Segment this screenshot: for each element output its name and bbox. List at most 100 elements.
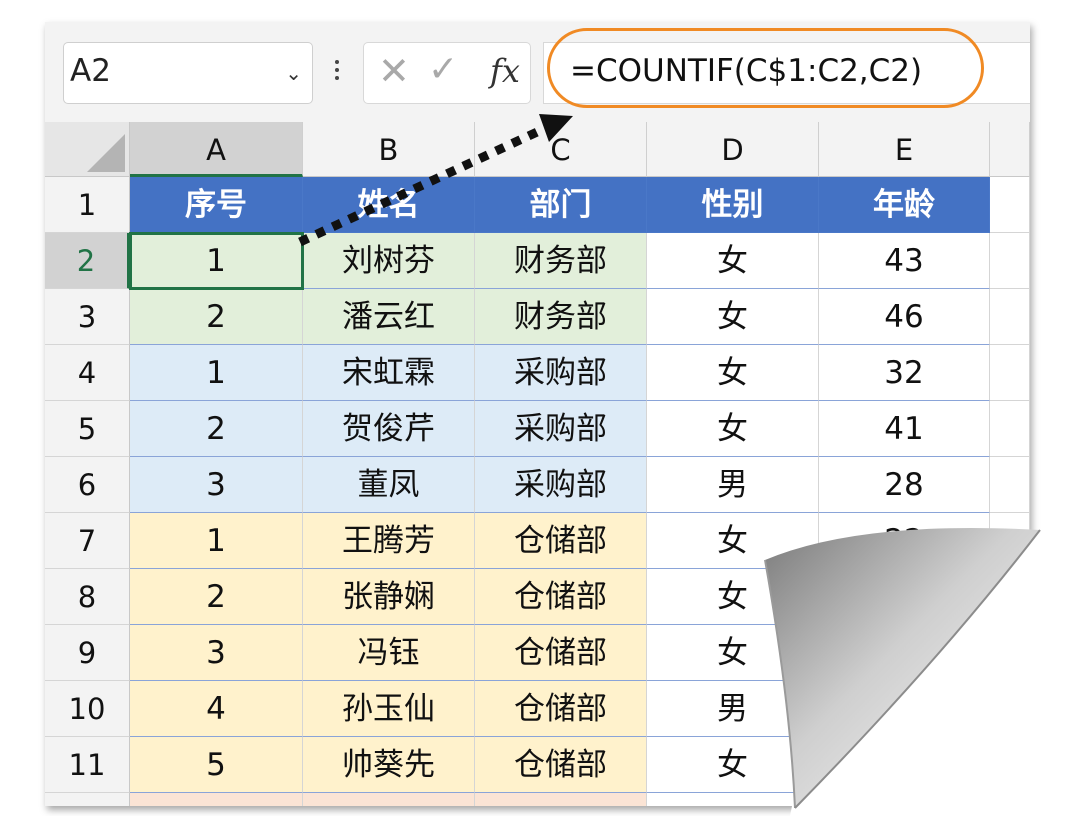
cell-a8[interactable]: 2 — [130, 569, 303, 625]
row-header-8[interactable]: 8 — [45, 569, 130, 625]
cell-c6[interactable]: 采购部 — [475, 457, 647, 513]
cell-c5[interactable]: 采购部 — [475, 401, 647, 457]
cell-f11[interactable] — [990, 737, 1030, 793]
cell-d7[interactable]: 女 — [647, 513, 819, 569]
cell-f10[interactable] — [990, 681, 1030, 737]
cell-f5[interactable] — [990, 401, 1030, 457]
cell-row-12-partial — [475, 793, 647, 806]
cell-c1[interactable]: 部门 — [475, 177, 647, 233]
row-header-5[interactable]: 5 — [45, 401, 130, 457]
fx-icon[interactable]: fx — [490, 52, 520, 90]
cell-f2[interactable] — [990, 233, 1030, 289]
column-header-b[interactable]: B — [303, 122, 475, 177]
row-header-4[interactable]: 4 — [45, 345, 130, 401]
cell-a6[interactable]: 3 — [130, 457, 303, 513]
column-header-d[interactable]: D — [647, 122, 819, 177]
cell-e4[interactable]: 32 — [819, 345, 990, 401]
cell-a7[interactable]: 1 — [130, 513, 303, 569]
cell-e3[interactable]: 46 — [819, 289, 990, 345]
cell-f6[interactable] — [990, 457, 1030, 513]
cell-a11[interactable]: 5 — [130, 737, 303, 793]
cell-e11[interactable] — [819, 737, 990, 793]
cell-d10[interactable]: 男 — [647, 681, 819, 737]
row-header-9[interactable]: 9 — [45, 625, 130, 681]
row-header-2[interactable]: 2 — [45, 233, 130, 289]
chevron-down-icon[interactable]: ⌄ — [285, 61, 302, 85]
cell-a4[interactable]: 1 — [130, 345, 303, 401]
cell-d9[interactable]: 女 — [647, 625, 819, 681]
cell-b7[interactable]: 王腾芳 — [303, 513, 475, 569]
row-header-3[interactable]: 3 — [45, 289, 130, 345]
cell-f3[interactable] — [990, 289, 1030, 345]
cell-a1[interactable]: 序号 — [130, 177, 303, 233]
spreadsheet-window: A2 ⌄ ✕ ✓ fx =COUNTIF(C$1:C2,C2) A B C D E 1 序号… — [45, 22, 1030, 806]
cell-b5[interactable]: 贺俊芹 — [303, 401, 475, 457]
cell-c8[interactable]: 仓储部 — [475, 569, 647, 625]
cell-f9[interactable] — [990, 625, 1030, 681]
cell-b8[interactable]: 张静娴 — [303, 569, 475, 625]
cell-f1[interactable] — [990, 177, 1030, 233]
cell-e2[interactable]: 43 — [819, 233, 990, 289]
cell-d6[interactable]: 男 — [647, 457, 819, 513]
column-header-a[interactable]: A — [130, 122, 303, 177]
cell-e7[interactable]: 22 — [819, 513, 990, 569]
cell-a3[interactable]: 2 — [130, 289, 303, 345]
cell-a5[interactable]: 2 — [130, 401, 303, 457]
cell-b9[interactable]: 冯钰 — [303, 625, 475, 681]
cell-d11[interactable]: 女 — [647, 737, 819, 793]
row-header-12-partial — [45, 793, 130, 806]
cancel-icon[interactable]: ✕ — [378, 49, 410, 93]
name-box-value: A2 — [70, 53, 111, 89]
cell-b11[interactable]: 帅葵先 — [303, 737, 475, 793]
cell-d8[interactable]: 女 — [647, 569, 819, 625]
column-header-f[interactable] — [990, 122, 1030, 177]
cell-d4[interactable]: 女 — [647, 345, 819, 401]
name-box[interactable]: A2 ⌄ — [63, 42, 313, 104]
cell-d2[interactable]: 女 — [647, 233, 819, 289]
cell-a10[interactable]: 4 — [130, 681, 303, 737]
cell-d1[interactable]: 性别 — [647, 177, 819, 233]
cell-b3[interactable]: 潘云红 — [303, 289, 475, 345]
row-header-6[interactable]: 6 — [45, 457, 130, 513]
cell-c11[interactable]: 仓储部 — [475, 737, 647, 793]
cell-c7[interactable]: 仓储部 — [475, 513, 647, 569]
cell-e1[interactable]: 年龄 — [819, 177, 990, 233]
select-all-corner[interactable] — [45, 122, 130, 177]
cell-f7[interactable] — [990, 513, 1030, 569]
cell-c9[interactable]: 仓储部 — [475, 625, 647, 681]
column-header-c[interactable]: C — [475, 122, 647, 177]
cell-b4[interactable]: 宋虹霖 — [303, 345, 475, 401]
cell-row-12-partial — [303, 793, 475, 806]
enter-icon[interactable]: ✓ — [428, 49, 458, 90]
cell-row-12-partial — [130, 793, 303, 806]
cell-f8[interactable] — [990, 569, 1030, 625]
cell-d5[interactable]: 女 — [647, 401, 819, 457]
cell-e10[interactable] — [819, 681, 990, 737]
cell-b6[interactable]: 董凤 — [303, 457, 475, 513]
cell-b2[interactable]: 刘树芬 — [303, 233, 475, 289]
column-header-e[interactable]: E — [819, 122, 990, 177]
cell-f4[interactable] — [990, 345, 1030, 401]
cell-a9[interactable]: 3 — [130, 625, 303, 681]
cell-c10[interactable]: 仓储部 — [475, 681, 647, 737]
cell-e8[interactable] — [819, 569, 990, 625]
cell-a2[interactable]: 1 — [130, 233, 303, 289]
cell-e9[interactable] — [819, 625, 990, 681]
row-header-11[interactable]: 11 — [45, 737, 130, 793]
cell-b1[interactable]: 姓名 — [303, 177, 475, 233]
row-header-7[interactable]: 7 — [45, 513, 130, 569]
cell-c4[interactable]: 采购部 — [475, 345, 647, 401]
cell-c3[interactable]: 财务部 — [475, 289, 647, 345]
row-header-1[interactable]: 1 — [45, 177, 130, 233]
formula-buttons: ✕ ✓ fx — [363, 42, 531, 104]
cell-e5[interactable]: 41 — [819, 401, 990, 457]
cell-b10[interactable]: 孙玉仙 — [303, 681, 475, 737]
formula-bar: A2 ⌄ ✕ ✓ fx =COUNTIF(C$1:C2,C2) — [45, 22, 1030, 122]
formula-highlight-oval — [547, 28, 984, 108]
cell-e6[interactable]: 28 — [819, 457, 990, 513]
more-options-icon[interactable] — [335, 60, 339, 84]
cell-row-12-partial — [647, 793, 819, 806]
cell-c2[interactable]: 财务部 — [475, 233, 647, 289]
row-header-10[interactable]: 10 — [45, 681, 130, 737]
cell-d3[interactable]: 女 — [647, 289, 819, 345]
